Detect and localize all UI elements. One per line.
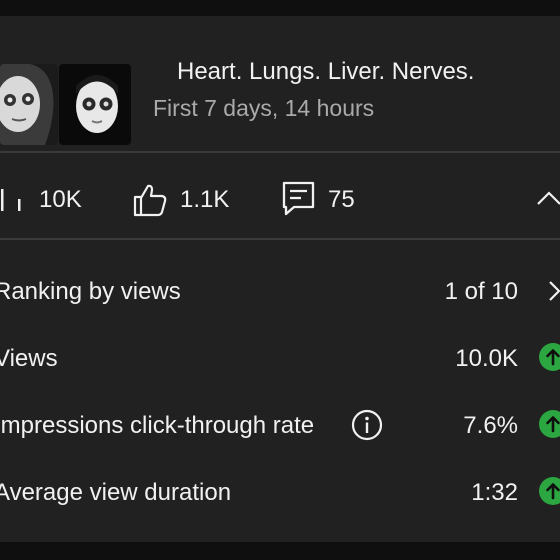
metric-label: Impressions click-through rate (0, 412, 315, 439)
video-thumbnail-1[interactable] (0, 64, 58, 145)
info-icon[interactable] (351, 409, 383, 441)
metric-value: 7.6% (463, 412, 518, 439)
metric-value: 1 of 10 (444, 278, 518, 305)
comment-icon (282, 181, 315, 216)
video-thumbnail-2[interactable] (59, 64, 131, 145)
video-analytics-card: Heart. Lungs. Liver. Nerves. First 7 day… (0, 16, 560, 542)
divider (0, 151, 560, 153)
doll-face-image (0, 64, 58, 145)
metric-label: Ranking by views (0, 278, 181, 305)
video-timeframe: First 7 days, 14 hours (153, 95, 375, 121)
trend-up-icon (539, 477, 560, 505)
trend-up-icon (539, 410, 560, 438)
chevron-right-icon[interactable] (548, 280, 560, 302)
chevron-up-icon[interactable] (536, 190, 560, 206)
metric-value: 1:32 (471, 479, 518, 506)
thumbs-up-icon (133, 184, 167, 217)
views-bar-chart-icon (1, 189, 21, 211)
metric-label: Average view duration (0, 479, 232, 506)
metric-label: Views (0, 345, 58, 372)
doll-face-image (59, 64, 131, 145)
likes-count: 1.1K (180, 186, 230, 213)
trend-up-icon (539, 343, 560, 371)
divider (0, 238, 560, 240)
video-title[interactable]: Heart. Lungs. Liver. Nerves. (177, 58, 474, 86)
metric-value: 10.0K (455, 345, 518, 372)
comments-count: 75 (328, 186, 355, 213)
views-count: 10K (39, 186, 82, 213)
